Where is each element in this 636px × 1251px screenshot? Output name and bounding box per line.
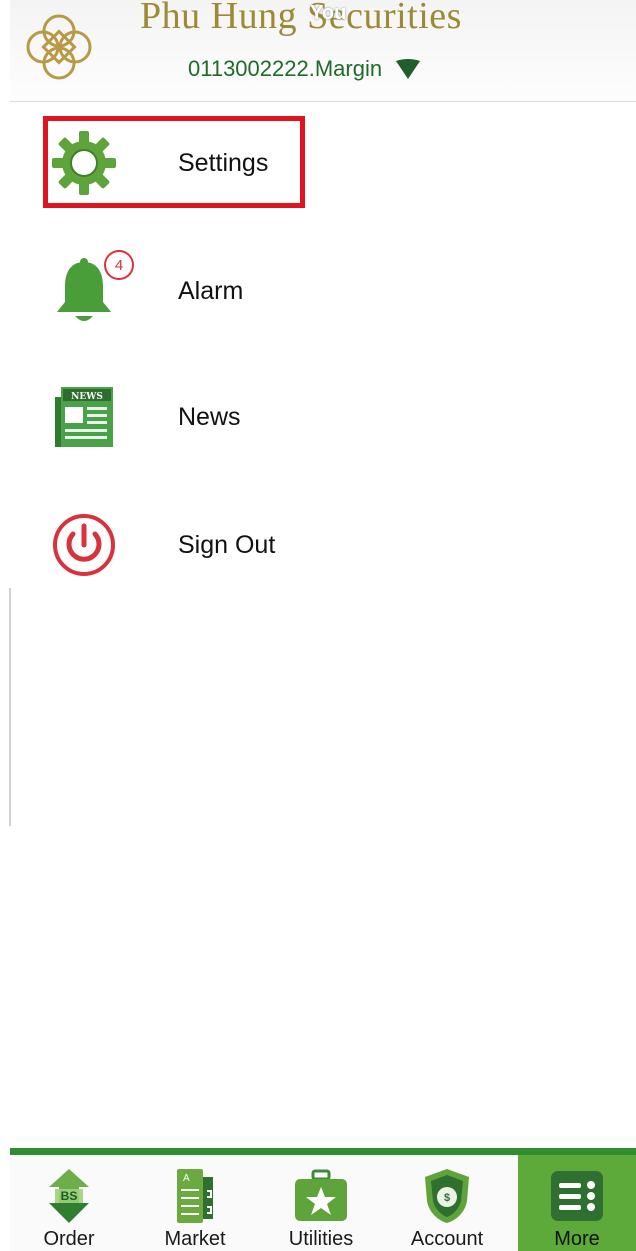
watermark-text: You [310,2,347,24]
tab-market[interactable]: A Market [136,1155,254,1251]
newspaper-icon: NEWS [44,372,124,462]
tab-label: Order [43,1228,95,1250]
menu-item-settings[interactable]: Settings [44,118,604,208]
menu-item-sign-out[interactable]: Sign Out [44,500,604,590]
menu-item-label: Sign Out [178,530,276,559]
account-icon: $ [425,1169,469,1223]
tab-label: More [554,1228,600,1250]
brand-logo-icon [26,14,92,80]
alarm-count-badge: 4 [104,250,134,280]
market-icon: A [177,1169,213,1223]
more-icon [551,1171,603,1221]
tab-label: Market [164,1228,226,1250]
tab-more[interactable]: More [518,1155,636,1251]
svg-text:A: A [183,1173,190,1184]
brand-title: Phu Hung Securities [140,0,462,37]
tab-order[interactable]: BS Order [10,1155,128,1251]
utilities-icon [295,1169,347,1221]
gear-icon [44,118,124,208]
account-label: 0113002222.Margin [188,56,383,81]
svg-text:BS: BS [61,1189,78,1203]
menu-item-alarm[interactable]: 4 Alarm [44,246,604,336]
caret-down-icon [396,59,421,79]
svg-text:NEWS: NEWS [71,392,103,402]
account-selector[interactable]: 0113002222.Margin [188,52,422,86]
order-icon: BS [49,1169,89,1223]
app-screen: Phu Hung Securities You 0113002222.Margi… [0,0,636,1251]
menu-item-news[interactable]: NEWS News [44,372,604,462]
svg-text:$: $ [444,1192,450,1204]
header: Phu Hung Securities You 0113002222.Margi… [10,0,636,102]
power-icon [44,500,124,590]
bottom-nav: BS Order A Market Utilities $ Account Mo… [10,1148,636,1251]
menu-item-label: Settings [178,148,269,177]
tab-label: Utilities [288,1228,354,1250]
edge-divider [9,588,11,826]
tab-account[interactable]: $ Account [388,1155,506,1251]
tab-utilities[interactable]: Utilities [262,1155,380,1251]
tab-label: Account [410,1228,484,1250]
menu-item-label: News [178,402,241,431]
menu-item-label: Alarm [178,276,244,305]
